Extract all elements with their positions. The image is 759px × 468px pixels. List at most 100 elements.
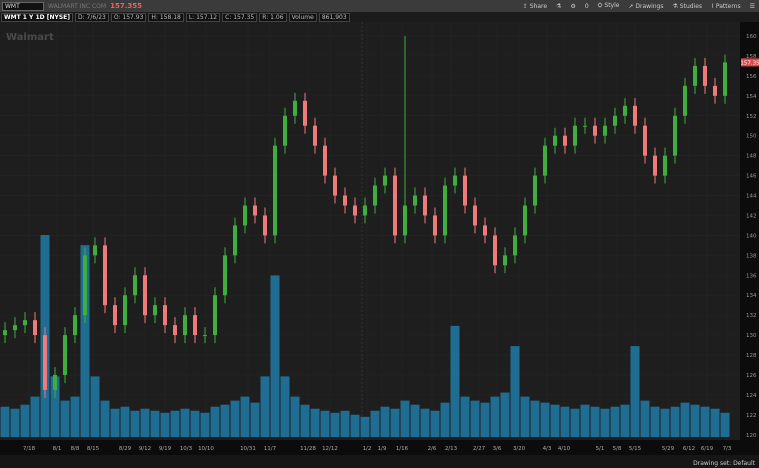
candle-body: [403, 205, 407, 236]
y-tick-label: 128: [746, 353, 757, 359]
candle-body: [293, 100, 297, 116]
candle-body: [473, 205, 477, 226]
candle-body: [183, 315, 187, 336]
volume-bar: [320, 410, 330, 437]
x-tick-label: 10/10: [198, 446, 214, 452]
candle-body: [663, 155, 667, 176]
x-tick-label: 2/13: [445, 446, 458, 452]
volume-bar: [500, 392, 510, 437]
price-chart[interactable]: 120 122 124 126 128 130 132 134 136 138 140 142 144 1…: [0, 0, 759, 468]
drawing-set-status[interactable]: Drawing set: Default: [693, 460, 755, 467]
candle-body: [43, 335, 47, 390]
volume-bar: [370, 410, 380, 437]
share-button[interactable]: ⇪ Share: [523, 3, 547, 10]
x-tick-label: 11/7: [264, 446, 277, 452]
volume-bar: [20, 404, 30, 437]
volume-readout: 861,903: [318, 12, 350, 22]
gear-icon[interactable]: ⚙: [570, 3, 575, 10]
plot-area: [0, 22, 740, 440]
candle-body: [363, 205, 367, 216]
volume-bar: [680, 402, 690, 437]
x-tick-label: 4/10: [558, 446, 571, 452]
close-readout: C: 157.35: [222, 12, 258, 22]
volume-bar: [100, 400, 110, 437]
volume-bar: [720, 412, 730, 437]
x-tick-label: 11/28: [300, 446, 316, 452]
volume-bar: [490, 396, 500, 437]
y-tick-label: 130: [746, 333, 757, 339]
candle-body: [543, 145, 547, 176]
candle-body: [683, 85, 687, 116]
y-tick-label: 148: [746, 154, 757, 160]
volume-bar: [310, 408, 320, 437]
volume-bar: [620, 404, 630, 437]
y-tick-label: 120: [746, 433, 757, 439]
candle-body: [633, 105, 637, 126]
candle-body: [573, 125, 577, 146]
volume-bar: [170, 410, 180, 437]
volume-bar: [240, 396, 250, 437]
candle-body: [713, 85, 717, 96]
drawings-button[interactable]: ➚ Drawings: [628, 3, 663, 10]
candle-body: [213, 295, 217, 336]
candle-body: [103, 245, 107, 306]
x-tick-label: 1/16: [396, 446, 409, 452]
volume-bar: [550, 404, 560, 437]
volume-bar: [160, 412, 170, 437]
symbol-input[interactable]: WMT: [2, 1, 44, 11]
candle-body: [583, 125, 587, 127]
volume-bar: [460, 396, 470, 437]
x-tick-label: 1/2: [363, 446, 372, 452]
candle-body: [273, 145, 277, 236]
candle-body: [123, 295, 127, 326]
y-tick-label: 136: [746, 273, 757, 279]
x-tick-label: 6/12: [683, 446, 695, 452]
candle-body: [153, 305, 157, 316]
candle-body: [613, 115, 617, 126]
candle-body: [643, 125, 647, 156]
flask-icon[interactable]: ⚗: [556, 3, 561, 10]
candle-body: [373, 185, 377, 206]
volume-bar: [570, 408, 580, 437]
menu-icon[interactable]: ☰: [750, 3, 755, 10]
volume-bar: [60, 400, 70, 437]
candle-body: [443, 185, 447, 236]
volume-bar: [480, 402, 490, 437]
volume-bar: [200, 412, 210, 437]
x-tick-label: 8/15: [87, 446, 100, 452]
y-tick-label: 150: [746, 134, 757, 140]
candle-body: [33, 320, 37, 336]
studies-button[interactable]: ⚗ Studies: [672, 3, 702, 10]
candle-body: [343, 195, 347, 206]
volume-bar: [130, 410, 140, 437]
x-tick-label: 10/3: [180, 446, 193, 452]
high-readout: H: 158.18: [148, 12, 184, 22]
candle-body: [93, 245, 97, 256]
volume-bar: [660, 408, 670, 437]
volume-bar: [650, 406, 660, 437]
candle-body: [203, 335, 207, 337]
candle-body: [563, 135, 567, 146]
volume-bar: [340, 410, 350, 437]
volume-bar: [700, 406, 710, 437]
style-button[interactable]: ⛭ Style: [598, 2, 620, 10]
candle-body: [433, 215, 437, 236]
candle-body: [223, 255, 227, 296]
x-tick-label: 5/1: [596, 446, 605, 452]
candle-body: [113, 305, 117, 326]
x-tick-label: 12/12: [322, 446, 338, 452]
count-button[interactable]: 0: [585, 3, 589, 10]
volume-bar: [280, 376, 290, 437]
volume-bar: [380, 406, 390, 437]
volume-bar: [30, 396, 40, 437]
candle-body: [23, 320, 27, 326]
volume-bar: [430, 410, 440, 437]
candle-body: [333, 175, 337, 196]
patterns-button[interactable]: ⌇ Patterns: [711, 3, 741, 10]
candle-body: [453, 175, 457, 186]
volume-bar: [290, 396, 300, 437]
x-tick-label: 3/20: [513, 446, 526, 452]
candle-body: [623, 105, 627, 116]
chart-title: WMT 1 Y 1D [NYSE]: [1, 12, 73, 22]
y-tick-label: 138: [746, 253, 757, 259]
